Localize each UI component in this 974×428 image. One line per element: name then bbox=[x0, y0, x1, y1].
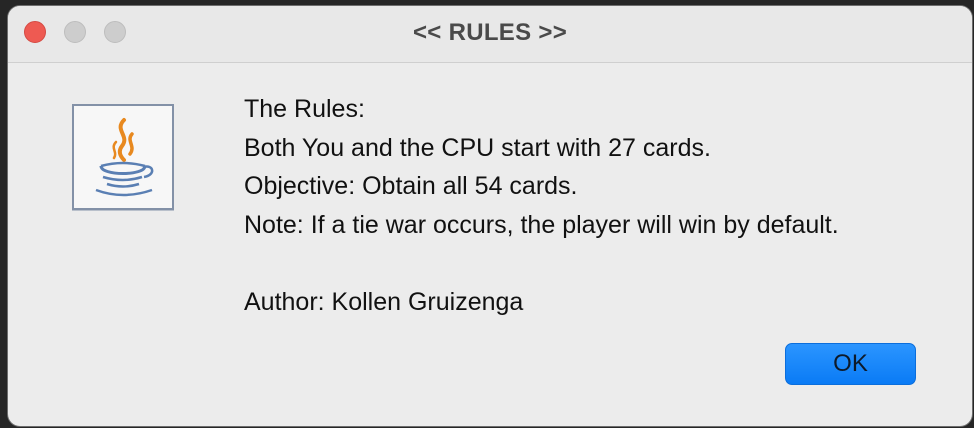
message-line-blank bbox=[244, 244, 839, 283]
title-bar[interactable]: << RULES >> bbox=[8, 6, 972, 63]
java-logo-icon bbox=[72, 104, 174, 210]
message-line-objective: Objective: Obtain all 54 cards. bbox=[244, 172, 578, 200]
rules-dialog: << RULES >> The Rules: Both You and the … bbox=[8, 6, 972, 426]
window-title: << RULES >> bbox=[412, 19, 568, 46]
java-cup-icon bbox=[95, 118, 154, 197]
ok-button[interactable]: OK bbox=[785, 343, 916, 385]
message-line-start-cards: Both You and the CPU start with 27 cards… bbox=[244, 133, 711, 162]
rules-message: The Rules: Both You and the CPU start wi… bbox=[244, 90, 839, 321]
message-line-heading: The Rules: bbox=[244, 95, 365, 123]
message-line-author: Author: Kollen Gruizenga bbox=[244, 287, 524, 316]
message-line-tie-note: Note: If a tie war occurs, the player wi… bbox=[244, 210, 839, 239]
